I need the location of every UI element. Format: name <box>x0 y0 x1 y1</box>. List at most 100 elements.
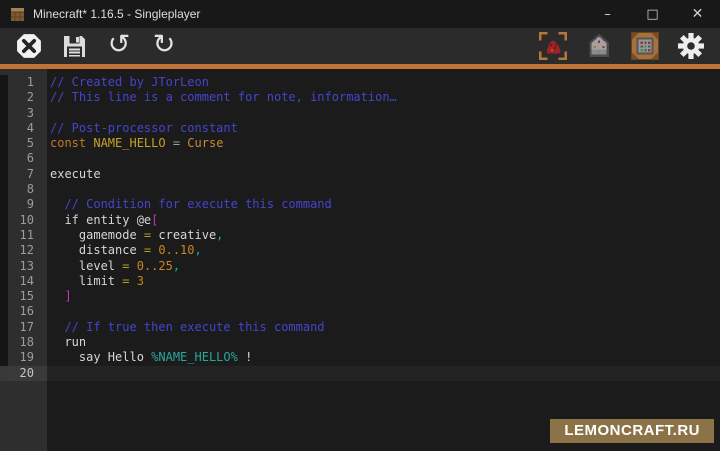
line-number: 13 <box>8 259 47 274</box>
save-icon <box>62 34 87 59</box>
item-frame-button[interactable] <box>630 31 660 61</box>
spawner-icon <box>586 33 612 59</box>
line-content: ] <box>47 289 720 304</box>
redo-button[interactable]: ↻ <box>149 31 179 61</box>
watermark-label: LEMONCRAFT.RU <box>564 422 700 439</box>
code-line[interactable]: 10 if entity @e[ <box>0 213 720 228</box>
line-number: 14 <box>8 274 47 289</box>
code-line[interactable]: 18 run <box>0 335 720 350</box>
window-title: Minecraft* 1.16.5 - Singleplayer <box>33 7 585 21</box>
gutter-marker-strip <box>0 121 8 136</box>
close-icon: ✕ <box>692 7 704 21</box>
line-number: 9 <box>8 197 47 212</box>
undo-icon: ↺ <box>108 31 131 58</box>
code-line[interactable]: 6 <box>0 151 720 166</box>
gutter-marker-strip <box>0 304 8 319</box>
line-content: say Hello %NAME_HELLO% ! <box>47 350 720 365</box>
line-content: // Created by JTorLeon <box>47 75 720 90</box>
code-line[interactable]: 1// Created by JTorLeon <box>0 75 720 90</box>
gutter-marker-strip <box>0 243 8 258</box>
minimize-button[interactable]: – <box>585 0 630 28</box>
code-editor[interactable]: 1// Created by JTorLeon2// This line is … <box>0 69 720 451</box>
save-button[interactable] <box>59 31 89 61</box>
code-line[interactable]: 19 say Hello %NAME_HELLO% ! <box>0 350 720 365</box>
gutter-marker-strip <box>0 335 8 350</box>
line-content: gamemode = creative, <box>47 228 720 243</box>
gutter-marker-strip <box>0 350 8 365</box>
code-line[interactable]: 3 <box>0 106 720 121</box>
gutter-marker-strip <box>0 320 8 335</box>
code-line[interactable]: 4// Post-processor constant <box>0 121 720 136</box>
gutter-marker-strip <box>0 259 8 274</box>
code-line[interactable]: 20 <box>0 366 720 381</box>
code-lines: 1// Created by JTorLeon2// This line is … <box>0 75 720 381</box>
gutter-marker-strip <box>0 151 8 166</box>
line-number: 20 <box>8 366 47 381</box>
gutter-marker-strip <box>0 228 8 243</box>
cancel-icon <box>16 33 42 59</box>
close-button[interactable]: ✕ <box>675 0 720 28</box>
line-content: // If true then execute this command <box>47 320 720 335</box>
settings-gear-icon <box>677 32 705 60</box>
line-content: // Post-processor constant <box>47 121 720 136</box>
line-number: 12 <box>8 243 47 258</box>
code-line[interactable]: 16 <box>0 304 720 319</box>
line-number: 5 <box>8 136 47 151</box>
gutter-marker-strip <box>0 182 8 197</box>
gutter-marker-strip <box>0 366 8 381</box>
code-line[interactable]: 11 gamemode = creative, <box>0 228 720 243</box>
line-number: 1 <box>8 75 47 90</box>
code-line[interactable]: 5const NAME_HELLO = Curse <box>0 136 720 151</box>
settings-button[interactable] <box>676 31 706 61</box>
code-line[interactable]: 14 limit = 3 <box>0 274 720 289</box>
line-number: 10 <box>8 213 47 228</box>
cancel-button[interactable] <box>14 31 44 61</box>
line-content <box>47 106 720 121</box>
line-content: run <box>47 335 720 350</box>
line-content <box>47 366 720 381</box>
code-line[interactable]: 8 <box>0 182 720 197</box>
line-content: // Condition for execute this command <box>47 197 720 212</box>
spawner-button[interactable] <box>584 31 614 61</box>
line-content: const NAME_HELLO = Curse <box>47 136 720 151</box>
code-line[interactable]: 12 distance = 0..10, <box>0 243 720 258</box>
line-number: 7 <box>8 167 47 182</box>
line-number: 2 <box>8 90 47 105</box>
line-content: if entity @e[ <box>47 213 720 228</box>
maximize-button[interactable]: □ <box>630 0 675 28</box>
gutter-marker-strip <box>0 106 8 121</box>
line-number: 17 <box>8 320 47 335</box>
line-content <box>47 182 720 197</box>
code-line[interactable]: 13 level = 0..25, <box>0 259 720 274</box>
minecraft-editor-window: Minecraft* 1.16.5 - Singleplayer – □ ✕ <box>0 0 720 451</box>
line-number: 15 <box>8 289 47 304</box>
line-number: 19 <box>8 350 47 365</box>
line-content: // This line is a comment for note, info… <box>47 90 720 105</box>
toolbar: ↺ ↻ <box>0 28 720 69</box>
gutter-marker-strip <box>0 167 8 182</box>
item-frame-icon <box>631 32 659 60</box>
line-content: execute <box>47 167 720 182</box>
code-line[interactable]: 17 // If true then execute this command <box>0 320 720 335</box>
gutter-marker-strip <box>0 213 8 228</box>
gutter-marker-strip <box>0 274 8 289</box>
gutter-marker-strip <box>0 197 8 212</box>
code-line[interactable]: 9 // Condition for execute this command <box>0 197 720 212</box>
code-line[interactable]: 7execute <box>0 167 720 182</box>
minimize-icon: – <box>604 8 611 21</box>
line-number: 6 <box>8 151 47 166</box>
gutter-marker-strip <box>0 75 8 90</box>
redstone-target-icon <box>538 31 568 61</box>
line-content <box>47 304 720 319</box>
gutter-marker-strip <box>0 289 8 304</box>
code-line[interactable]: 2// This line is a comment for note, inf… <box>0 90 720 105</box>
gutter-marker-strip <box>0 136 8 151</box>
watermark-banner: LEMONCRAFT.RU <box>550 419 714 443</box>
line-content: distance = 0..10, <box>47 243 720 258</box>
undo-button[interactable]: ↺ <box>104 31 134 61</box>
line-number: 16 <box>8 304 47 319</box>
maximize-icon: □ <box>646 8 658 21</box>
line-number: 11 <box>8 228 47 243</box>
code-line[interactable]: 15 ] <box>0 289 720 304</box>
redstone-target-button[interactable] <box>538 31 568 61</box>
